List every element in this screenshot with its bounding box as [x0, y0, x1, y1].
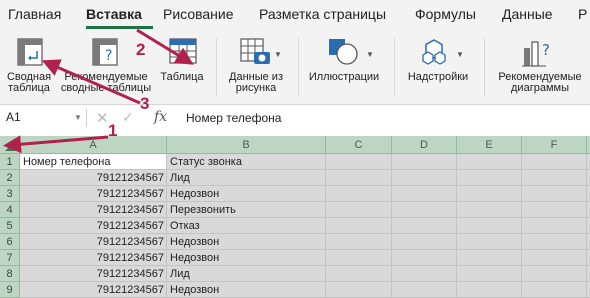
arrow-1 [3, 135, 109, 154]
annotation-arrows [3, 28, 194, 154]
annotation-label-3: 3 [140, 94, 150, 113]
annotation-label-1: 1 [108, 121, 118, 140]
arrow-3 [41, 59, 141, 105]
annotation-label-2: 2 [136, 40, 146, 59]
